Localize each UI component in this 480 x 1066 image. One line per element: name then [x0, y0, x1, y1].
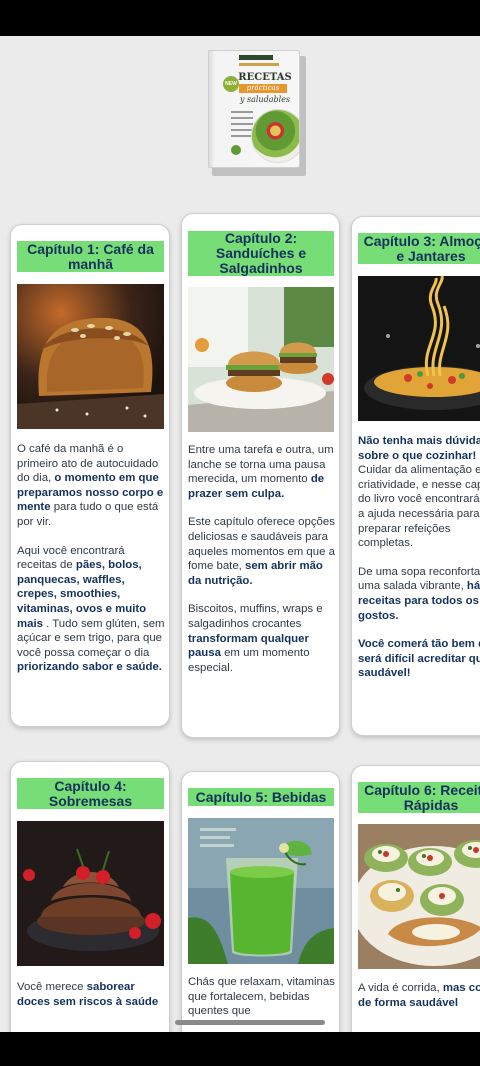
chapter-description: Entre uma tarefa e outra, um lanche se t…: [188, 443, 336, 675]
home-indicator[interactable]: [175, 1020, 325, 1025]
chapter-card-6[interactable]: Capítulo 6: Receitas Rápidas A vida é: [351, 765, 480, 1032]
chapter-card-2[interactable]: Capítulo 2: Sanduíches e Salgadinhos Ent…: [181, 213, 340, 738]
bold-text: priorizando sabor e saúde.: [17, 661, 162, 674]
chapter-title: Capítulo 3: Almoços e Jantares: [358, 233, 480, 264]
status-bar: [0, 0, 480, 36]
body-text: Você merece: [17, 981, 87, 993]
zucchini-rolls-image: [358, 824, 480, 969]
body-text: Cuidar da alimentação exige criatividade…: [358, 464, 480, 550]
chapter-title: Capítulo 4: Sobremesas: [17, 778, 164, 809]
description-paragraph: Aqui você encontrará receitas de pães, b…: [17, 544, 165, 675]
body-text: A vida é corrida,: [358, 982, 443, 994]
book-brand-subbar: [239, 63, 279, 66]
book-list-lines: [231, 111, 253, 141]
body-text: De uma sopa reconfortante a uma salada v…: [358, 565, 480, 593]
book-subtitle: y saludables: [239, 95, 291, 104]
description-paragraph: Biscoitos, muffins, wraps e salgadinhos …: [188, 602, 336, 675]
pasta-image: [358, 276, 480, 421]
chapter-description: A vida é corrida, mas comer de forma sau…: [358, 981, 480, 1010]
chapter-description: Não tenha mais dúvidas sobre o que cozin…: [358, 434, 480, 681]
description-paragraph: Não tenha mais dúvidas sobre o que cozin…: [358, 434, 480, 551]
chapter-card-3[interactable]: Capítulo 3: Almoços e Jantares Não tenha…: [351, 216, 480, 736]
ebook-cover: NEW RECETAS prácticas y saludables: [208, 50, 306, 176]
chapter-card-4[interactable]: Capítulo 4: Sobremesas Você merece sabor…: [10, 761, 170, 1032]
description-paragraph: De uma sopa reconfortante a uma salada v…: [358, 565, 480, 623]
description-paragraph: O café da manhã é o primeiro ato de auto…: [17, 442, 165, 530]
chapter-description: O café da manhã é o primeiro ato de auto…: [17, 442, 165, 675]
description-paragraph: Chás que relaxam, vitaminas que fortalec…: [188, 975, 336, 1019]
chapter-description: Chás que relaxam, vitaminas que fortalec…: [188, 975, 336, 1019]
body-text: Chás que relaxam, vitaminas que fortalec…: [188, 976, 335, 1018]
page-viewport[interactable]: NEW RECETAS prácticas y saludables Capít…: [0, 36, 480, 1032]
book-brand-bar: [239, 55, 273, 60]
bold-text: Você comerá tão bem que será difícil acr…: [358, 638, 480, 680]
body-text: Biscoitos, muffins, wraps e salgadinhos …: [188, 603, 323, 630]
chapter-title: Capítulo 5: Bebidas: [188, 788, 334, 806]
chapter-title: Capítulo 6: Receitas Rápidas: [358, 782, 480, 813]
description-paragraph: Você merece saborear doces sem riscos à …: [17, 980, 165, 1009]
navigation-bar: [0, 1032, 480, 1066]
book-stripe-text: prácticas: [246, 84, 280, 92]
description-paragraph: A vida é corrida, mas comer de forma sau…: [358, 981, 480, 1010]
book-cover-front: NEW RECETAS prácticas y saludables: [208, 50, 300, 168]
chocolate-dessert-image: [17, 821, 164, 966]
chapter-title: Capítulo 1: Café da manhã: [17, 241, 164, 272]
green-juice-image: [188, 818, 334, 964]
book-logo-icon: [231, 145, 241, 155]
book-title: RECETAS: [238, 72, 292, 83]
salad-plate-image: [251, 109, 299, 163]
burgers-image: [188, 287, 334, 432]
chapter-description: Você merece saborear doces sem riscos à …: [17, 980, 165, 1009]
chapter-card-1[interactable]: Capítulo 1: Café da manhã O café da manh…: [10, 224, 170, 727]
description-paragraph: Entre uma tarefa e outra, um lanche se t…: [188, 443, 336, 501]
bold-text: Não tenha mais dúvidas sobre o que cozin…: [358, 435, 480, 462]
bread-loaf-image: [17, 284, 164, 429]
chapter-card-5[interactable]: Capítulo 5: Bebidas Chás que relaxam, vi…: [181, 771, 340, 1032]
description-paragraph: Este capítulo oferece opções deliciosas …: [188, 515, 336, 588]
chapter-title: Capítulo 2: Sanduíches e Salgadinhos: [188, 231, 334, 276]
description-paragraph: Você comerá tão bem que será difícil acr…: [358, 637, 480, 681]
